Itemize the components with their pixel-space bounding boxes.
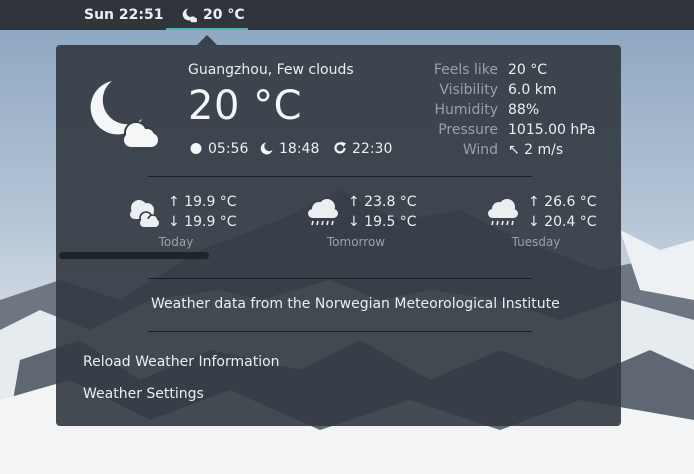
day-cloudy-icon xyxy=(126,196,160,230)
current-temperature: 20 °C xyxy=(188,83,303,129)
detail-label: Feels like xyxy=(433,62,498,78)
forecast-high: ↑ 19.9 °C xyxy=(168,194,237,210)
weather-popup-menu: Guangzhou, Few clouds 20 °C 05:56 18:48 … xyxy=(56,45,621,426)
last-update-time: 22:30 xyxy=(352,141,393,157)
detail-value: 1015.00 hPa xyxy=(508,122,596,138)
detail-value: ↖ 2 m/s xyxy=(508,142,564,158)
detail-feels-like: Feels like 20 °C xyxy=(422,62,622,82)
forecast-low: ↓ 19.9 °C xyxy=(168,214,237,230)
clock-button[interactable]: Sun 22:51 xyxy=(84,7,163,23)
location-summary: Guangzhou, Few clouds xyxy=(188,62,354,78)
detail-visibility: Visibility 6.0 km xyxy=(422,82,622,102)
sunset-item: 18:48 xyxy=(260,141,319,157)
forecast-scrollbar[interactable] xyxy=(59,252,209,259)
sunset-time: 18:48 xyxy=(279,141,320,157)
sunset-moon-icon xyxy=(260,141,274,155)
reload-weather-menu-item[interactable]: Reload Weather Information xyxy=(83,354,280,370)
detail-value: 6.0 km xyxy=(508,82,557,98)
weather-indicator-button[interactable]: 20 °C xyxy=(166,0,248,30)
detail-label: Pressure xyxy=(438,122,498,138)
forecast-low: ↓ 19.5 °C xyxy=(348,214,417,230)
rain-icon xyxy=(486,196,520,230)
indicator-temperature: 20 °C xyxy=(203,7,245,23)
separator xyxy=(148,331,532,332)
detail-humidity: Humidity 88% xyxy=(422,102,622,122)
top-panel: Sun 22:51 20 °C xyxy=(0,0,694,30)
separator xyxy=(148,176,532,177)
forecast-today: ↑ 19.9 °C ↓ 19.9 °C Today xyxy=(126,192,276,252)
forecast-low: ↓ 20.4 °C xyxy=(528,214,597,230)
detail-value: 20 °C xyxy=(508,62,548,78)
forecast-day-label: Today xyxy=(158,235,194,249)
detail-label: Wind xyxy=(462,142,498,158)
sunrise-item: 05:56 xyxy=(189,141,248,157)
detail-value: 88% xyxy=(508,102,540,118)
sunrise-time: 05:56 xyxy=(208,141,249,157)
separator xyxy=(148,278,532,279)
forecast-day-label: Tomorrow xyxy=(326,235,386,249)
forecast-high: ↑ 23.8 °C xyxy=(348,194,417,210)
last-update-item: 22:30 xyxy=(333,141,392,157)
detail-pressure: Pressure 1015.00 hPa xyxy=(422,122,622,142)
detail-label: Humidity xyxy=(434,102,498,118)
forecast-day-label: Tuesday xyxy=(511,235,561,249)
detail-wind: Wind ↖ 2 m/s xyxy=(422,142,622,162)
night-few-clouds-icon xyxy=(86,75,162,151)
weather-settings-menu-item[interactable]: Weather Settings xyxy=(83,386,204,402)
night-few-clouds-icon xyxy=(182,7,198,23)
rain-icon xyxy=(306,196,340,230)
refresh-icon xyxy=(333,141,347,155)
attribution-link[interactable]: Weather data from the Norwegian Meteorol… xyxy=(151,296,560,312)
popup-arrow xyxy=(197,35,217,45)
forecast-tomorrow: ↑ 23.8 °C ↓ 19.5 °C Tomorrow xyxy=(306,192,456,252)
forecast-tuesday: ↑ 26.6 °C ↓ 20.4 °C Tuesday xyxy=(486,192,636,252)
sunrise-icon xyxy=(189,141,203,155)
detail-label: Visibility xyxy=(439,82,498,98)
forecast-high: ↑ 26.6 °C xyxy=(528,194,597,210)
